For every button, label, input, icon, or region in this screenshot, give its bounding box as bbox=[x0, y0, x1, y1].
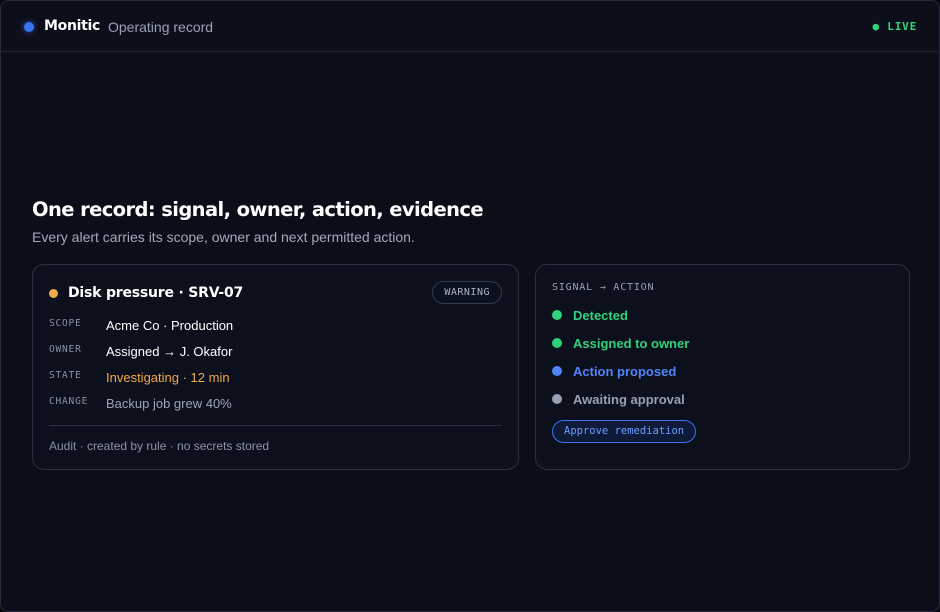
scope-value: Acme Co · Production bbox=[106, 318, 234, 333]
state-key: STATE bbox=[49, 370, 82, 381]
change-key: CHANGE bbox=[49, 396, 89, 407]
page-title: One record: signal, owner, action, evide… bbox=[32, 198, 484, 221]
signal-action-card: SIGNAL → ACTION Detected Assigned to own… bbox=[535, 264, 910, 470]
page-description: Every alert carries its scope, owner and… bbox=[32, 229, 415, 245]
warning-status-icon bbox=[49, 289, 58, 298]
step-assigned: Assigned to owner bbox=[573, 336, 690, 351]
owner-value: Assigned → J. Okafor bbox=[106, 344, 233, 359]
step-proposed-icon bbox=[552, 366, 562, 376]
state-value: Investigating · 12 min bbox=[106, 370, 230, 385]
flow-label: SIGNAL → ACTION bbox=[552, 282, 655, 293]
step-proposed: Action proposed bbox=[573, 364, 677, 379]
alert-card[interactable]: Disk pressure · SRV-07 WARNING SCOPE Acm… bbox=[32, 264, 519, 470]
step-awaiting-icon bbox=[552, 394, 562, 404]
page-subtitle: Operating record bbox=[108, 19, 214, 35]
live-indicator: ● LIVE bbox=[872, 20, 917, 33]
step-assigned-icon bbox=[552, 338, 562, 348]
owner-key: OWNER bbox=[49, 344, 82, 355]
brand-name: Monitic bbox=[44, 18, 101, 34]
scope-key: SCOPE bbox=[49, 318, 82, 329]
step-awaiting: Awaiting approval bbox=[573, 392, 685, 407]
top-bar: Monitic Operating record ● LIVE bbox=[1, 1, 939, 52]
approve-remediation-button[interactable]: Approve remediation bbox=[552, 420, 697, 443]
change-value: Backup job grew 40% bbox=[106, 396, 232, 411]
brand-logo-icon bbox=[24, 22, 34, 32]
alert-title: Disk pressure · SRV-07 bbox=[68, 285, 244, 301]
severity-badge: WARNING bbox=[432, 281, 502, 304]
step-detected: Detected bbox=[573, 308, 628, 323]
card-divider bbox=[49, 425, 502, 426]
step-detected-icon bbox=[552, 310, 562, 320]
audit-note: Audit · created by rule · no secrets sto… bbox=[49, 439, 270, 453]
app-window: Monitic Operating record ● LIVE One reco… bbox=[0, 0, 940, 612]
